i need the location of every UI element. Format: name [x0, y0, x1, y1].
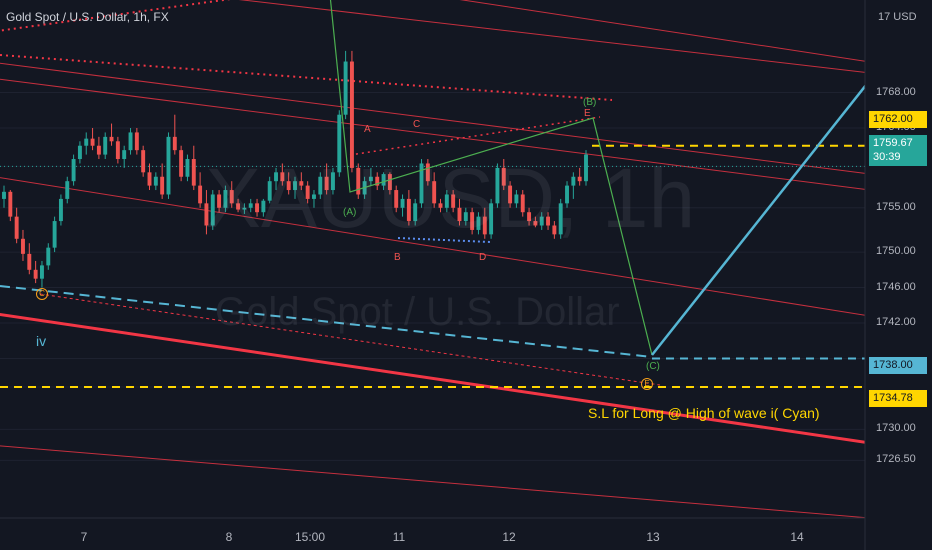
y-tick-label: 1742.00	[876, 316, 916, 328]
wave-label-iv: iv	[36, 333, 47, 349]
candle-body-27	[172, 136, 177, 151]
candle-body-1	[8, 191, 13, 217]
candle-body-21	[134, 132, 139, 151]
watermark-ticker: XAUUSD, 1h	[205, 151, 696, 245]
y-tick-label: 1768.00	[876, 85, 916, 98]
price-chart[interactable]	[0, 0, 932, 550]
candle-body-2	[14, 216, 19, 239]
candle-body-29	[185, 159, 190, 177]
countdown-timer: 30:39	[873, 151, 901, 163]
y-tick-label: 1730.00	[876, 422, 916, 435]
candle-body-4	[27, 253, 32, 270]
y-tick-label: 1726.50	[876, 453, 916, 466]
candle-body-54	[343, 61, 348, 115]
candle-body-19	[122, 150, 127, 160]
candle-body-30	[191, 159, 196, 186]
candle-body-28	[179, 150, 184, 177]
candle-body-5	[33, 269, 38, 279]
level-tag-1738[interactable]: 1738.00	[869, 357, 927, 374]
sl-note-label: S.L for Long @ High of wave i( Cyan)	[588, 405, 820, 421]
level-tag-1762[interactable]: 1762.00	[869, 111, 927, 128]
candle-body-20	[128, 132, 133, 151]
last-price-tag: 1759.67 30:39	[869, 135, 927, 166]
x-tick-label: 14	[790, 530, 804, 544]
level-tag-1734[interactable]: 1734.78	[869, 390, 927, 407]
candle-body-31	[198, 185, 203, 204]
wave-label-paren-C: (C)	[646, 361, 660, 372]
y-tick-label: 1755.00	[876, 200, 916, 213]
candle-body-6	[39, 265, 44, 279]
watermark-name: Gold Spot / U.S. Dollar	[215, 290, 620, 334]
x-tick-label: 13	[646, 530, 660, 544]
candle-body-9	[58, 198, 63, 222]
currency-label[interactable]: 17 USD	[878, 11, 917, 23]
symbol-title[interactable]: Gold Spot / U.S. Dollar, 1h, FX	[6, 10, 169, 24]
candle-body-18	[115, 141, 120, 160]
wave-circle-E: E	[641, 378, 653, 390]
candle-body-8	[52, 221, 57, 248]
candle-body-13	[84, 138, 89, 146]
candle-body-11	[71, 159, 76, 182]
candle-body-22	[141, 150, 146, 173]
candle-body-15	[96, 145, 101, 155]
wave-label-E: E	[584, 108, 591, 119]
wave-label-A: A	[364, 124, 371, 135]
candle-body-24	[153, 176, 158, 186]
candle-body-10	[65, 181, 70, 199]
candle-body-14	[90, 138, 95, 146]
wave-label-C: C	[413, 119, 421, 130]
x-tick-label: 12	[502, 530, 516, 544]
wave-label-paren-B: (B)	[583, 97, 597, 108]
y-tick-label: 1750.00	[876, 245, 916, 258]
candle-body-12	[77, 145, 82, 160]
candle-body-23	[147, 172, 152, 186]
chart-background	[0, 0, 932, 550]
candle-body-0	[2, 191, 6, 199]
x-tick-label: 11	[392, 530, 406, 544]
candle-body-3	[21, 238, 25, 254]
candle-body-16	[103, 136, 108, 155]
wave-label-paren-A: (A)	[343, 207, 357, 218]
x-tick-label: 7	[80, 530, 88, 544]
x-tick-label: 15:00	[294, 530, 326, 544]
candle-body-7	[46, 247, 51, 266]
wave-label-B: B	[394, 252, 401, 263]
wave-circle-C: C	[36, 288, 48, 300]
candle-body-17	[109, 136, 114, 142]
candle-body-25	[160, 176, 165, 195]
last-price-value: 1759.67	[873, 137, 913, 149]
y-tick-label: 1746.00	[876, 280, 916, 293]
candle-body-26	[166, 136, 171, 195]
wave-label-D: D	[479, 252, 487, 263]
x-tick-label: 8	[225, 530, 233, 544]
